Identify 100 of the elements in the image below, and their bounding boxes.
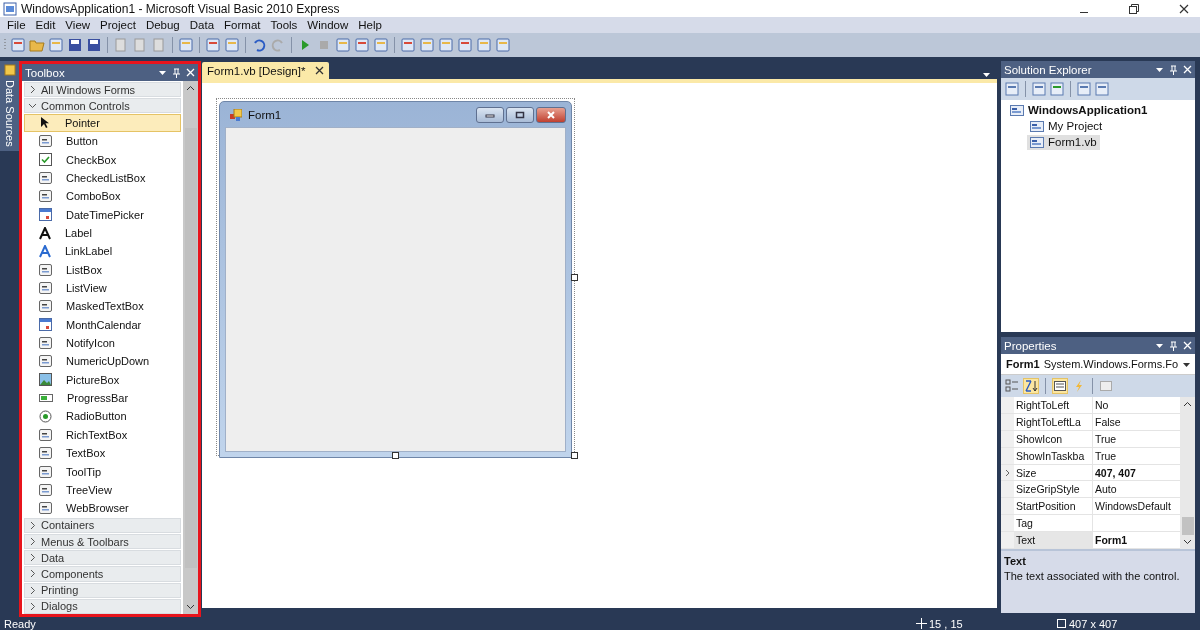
categorized-icon[interactable] [1005, 379, 1019, 393]
open-folder-icon[interactable] [29, 37, 45, 53]
scroll-thumb[interactable] [184, 127, 197, 568]
toolbox-item[interactable]: Label [24, 224, 181, 242]
menu-item[interactable]: Tools [265, 19, 303, 31]
scrollbar[interactable] [183, 81, 198, 614]
item-label: ToolTip [66, 465, 102, 478]
property-name[interactable]: Tag [1014, 515, 1093, 532]
toolbox-group[interactable]: Printing [24, 582, 181, 598]
properties-list-icon[interactable] [1053, 379, 1067, 393]
scroll-up-icon[interactable] [186, 85, 195, 91]
toolbox-group[interactable]: Containers [24, 517, 181, 534]
scroll-up-icon[interactable] [1183, 401, 1192, 407]
pin-icon[interactable] [172, 67, 181, 78]
menu-item[interactable]: Debug [140, 19, 185, 31]
form-minimize-button[interactable] [476, 106, 504, 123]
scroll-down-icon[interactable] [1183, 539, 1192, 545]
toolbox-item[interactable]: RadioButton [24, 407, 181, 426]
tree-item[interactable]: My Project [1027, 118, 1106, 134]
scrollbar[interactable] [1180, 397, 1195, 549]
toolbox-item[interactable]: ListView [24, 279, 181, 297]
property-value[interactable]: No [1093, 397, 1180, 413]
toolbox-item[interactable]: ListBox [24, 261, 181, 279]
dropdown-icon[interactable] [158, 68, 167, 77]
toolbox-item[interactable]: MaskedTextBox [24, 297, 181, 316]
save-all-icon[interactable] [86, 37, 102, 53]
menu-item[interactable]: Data [184, 19, 220, 31]
toolbox-item[interactable]: TextBox [24, 444, 181, 462]
property-name[interactable]: StartPosition [1014, 498, 1093, 515]
property-row[interactable]: ShowInTaskba True [1001, 447, 1180, 465]
menu-item[interactable]: File [2, 19, 31, 31]
property-row[interactable]: RightToLeftLa False [1001, 413, 1180, 431]
toolbox-item[interactable]: CheckBox [24, 151, 181, 169]
property-row[interactable]: Text Form1 [1001, 532, 1180, 549]
close-icon[interactable] [315, 66, 325, 75]
menu-item[interactable]: Window [302, 19, 354, 31]
toolbox-item[interactable]: RichTextBox [24, 426, 181, 444]
tree-item[interactable]: WindowsApplication1 [1007, 102, 1151, 118]
property-name[interactable]: Text [1014, 532, 1093, 548]
resize-handle[interactable] [571, 452, 578, 459]
form-window[interactable]: Form1 [219, 101, 572, 458]
menu-item[interactable]: View [60, 19, 96, 31]
toolbox-group[interactable]: Components [24, 566, 181, 582]
pin-icon[interactable] [1169, 340, 1178, 351]
resize-handle[interactable] [392, 452, 399, 459]
property-name[interactable]: RightToLeft [1014, 397, 1093, 413]
menu-item[interactable]: Project [95, 19, 141, 31]
restore-icon[interactable] [1128, 2, 1140, 15]
property-row[interactable]: RightToLeft No [1001, 397, 1180, 414]
undo-icon[interactable] [251, 37, 267, 53]
dropdown-icon[interactable] [1155, 341, 1164, 350]
scroll-down-icon[interactable] [186, 604, 195, 610]
property-value[interactable]: WindowsDefault [1093, 498, 1180, 515]
dropdown-icon[interactable] [1155, 65, 1164, 74]
toolbox-item[interactable]: PictureBox [24, 371, 181, 389]
expand-icon[interactable] [1004, 468, 1011, 477]
toolbox-item[interactable]: Pointer [24, 114, 181, 132]
toolbox-group[interactable]: Data [24, 550, 181, 566]
form-close-button[interactable] [536, 106, 566, 123]
toolbox-item[interactable]: DateTimePicker [24, 206, 181, 224]
toolbox-item[interactable]: LinkLabel [24, 242, 181, 261]
property-value[interactable]: Form1 [1093, 532, 1180, 548]
document-tab[interactable]: Form1.vb [Design]* [202, 62, 330, 79]
group-label: Common Controls [41, 99, 130, 112]
property-row[interactable]: Size 407, 407 [1001, 464, 1180, 482]
toolbox-group[interactable]: Menus & Toolbars [24, 534, 181, 550]
menu-item[interactable]: Edit [30, 19, 61, 31]
property-row[interactable]: Tag [1001, 515, 1180, 533]
toolbox-item[interactable]: Button [24, 132, 181, 150]
toolbox-item[interactable]: ToolTip [24, 462, 181, 481]
toolbox-item[interactable]: ProgressBar [24, 389, 181, 407]
menu-item[interactable]: Help [353, 19, 387, 31]
toolbox-item[interactable]: CheckedListBox [24, 169, 181, 187]
resize-handle[interactable] [571, 274, 578, 281]
toolbox-group[interactable]: Dialogs [24, 598, 181, 614]
new-project-icon[interactable] [10, 37, 26, 53]
pin-icon[interactable] [1169, 64, 1178, 75]
sort-alphabetical-icon[interactable] [1024, 379, 1038, 393]
toolbox-item[interactable]: MonthCalendar [24, 316, 181, 334]
toolbox-item[interactable]: ComboBox [24, 187, 181, 206]
toolbox-item[interactable]: NotifyIcon [24, 334, 181, 352]
control-icon [39, 172, 52, 184]
toolbox-group[interactable]: All Windows Forms [24, 82, 181, 98]
property-name[interactable]: SizeGripStyle [1014, 481, 1093, 498]
close-icon[interactable] [1178, 2, 1190, 15]
toolbox-item[interactable]: WebBrowser [24, 499, 181, 517]
property-pages-icon[interactable] [1099, 379, 1113, 393]
property-row[interactable]: SizeGripStyle Auto [1001, 481, 1180, 499]
scroll-thumb[interactable] [1181, 517, 1194, 535]
property-value[interactable]: Auto [1093, 481, 1180, 498]
menu-item[interactable]: Format [219, 19, 266, 31]
property-row[interactable]: ShowIcon True [1001, 430, 1180, 448]
toolbox-group[interactable]: Common Controls [24, 98, 181, 114]
toolbox-item[interactable]: TreeView [24, 481, 181, 499]
form-maximize-button[interactable] [506, 106, 534, 123]
tree-item[interactable]: Form1.vb [1027, 134, 1100, 150]
toolbox-item[interactable]: NumericUpDown [24, 352, 181, 371]
save-icon[interactable] [67, 37, 83, 53]
data-sources-tab[interactable]: Data Sources [0, 61, 19, 151]
property-row[interactable]: StartPosition WindowsDefault [1001, 498, 1180, 516]
